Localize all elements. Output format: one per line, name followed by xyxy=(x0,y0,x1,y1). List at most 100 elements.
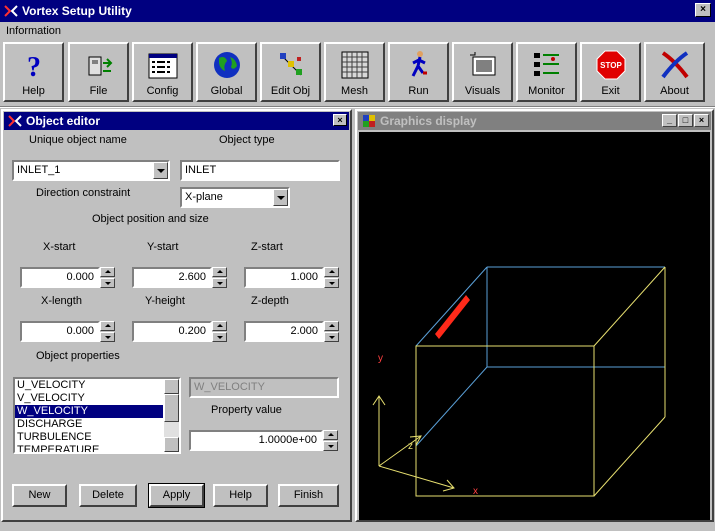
toolbar-separator xyxy=(0,106,715,108)
scroll-thumb[interactable] xyxy=(164,394,179,422)
x-length-input[interactable]: 0.000 xyxy=(20,321,100,342)
box-edge xyxy=(593,266,666,347)
chevron-down-icon[interactable] xyxy=(273,189,288,206)
object-type-field[interactable]: INLET xyxy=(180,160,340,181)
y-start-spinner[interactable] xyxy=(212,267,227,288)
x-start-input[interactable]: 0.000 xyxy=(20,267,100,288)
toolbar-label: File xyxy=(89,85,108,97)
position-size-label: Object position and size xyxy=(92,213,209,225)
selected-property-field: W_VELOCITY xyxy=(189,377,339,398)
graphics-title-bar: Graphics display _ □ × xyxy=(358,112,711,130)
hidden-edge xyxy=(415,266,488,347)
maximize-button[interactable]: □ xyxy=(678,114,693,127)
x-length-spinner[interactable] xyxy=(100,321,115,342)
toolbar-label: About xyxy=(660,85,689,97)
toolbar-run-button[interactable]: Run xyxy=(388,42,449,102)
toolbar-visuals-button[interactable]: Visuals xyxy=(452,42,513,102)
properties-scrollbar[interactable] xyxy=(164,379,179,452)
scroll-up-button[interactable] xyxy=(164,379,179,394)
globe-icon xyxy=(213,52,240,78)
x-length-label: X-length xyxy=(41,295,82,307)
y-height-input[interactable]: 0.200 xyxy=(132,321,212,342)
delete-button[interactable]: Delete xyxy=(79,484,137,507)
list-item[interactable]: U_VELOCITY xyxy=(15,379,163,392)
graphics-display-window: Graphics display _ □ × y x z xyxy=(355,109,714,522)
object-name-dropdown[interactable]: INLET_1 xyxy=(12,160,170,181)
apply-button[interactable]: Apply xyxy=(148,483,205,508)
inlet-object xyxy=(435,295,470,339)
y-start-input[interactable]: 2.600 xyxy=(132,267,212,288)
toolbar-label: Visuals xyxy=(464,85,501,97)
hidden-edge xyxy=(415,366,488,447)
box-edge xyxy=(593,416,666,497)
chevron-down-icon[interactable] xyxy=(153,162,168,179)
object-editor-title: Object editor xyxy=(26,114,101,128)
z-start-spinner[interactable] xyxy=(324,267,339,288)
list-item-selected[interactable]: W_VELOCITY xyxy=(15,405,163,418)
properties-list[interactable]: U_VELOCITY V_VELOCITY W_VELOCITY DISCHAR… xyxy=(13,377,181,454)
y-axis-label: y xyxy=(378,353,383,364)
object-type-label: Object type xyxy=(219,134,275,146)
menu-information[interactable]: Information xyxy=(0,25,67,37)
toolbar-label: Config xyxy=(146,85,179,97)
toolbar-mesh-button[interactable]: Mesh xyxy=(324,42,385,102)
object-editor-panel: Object editor × Unique object name Objec… xyxy=(1,109,352,522)
toolbar-monitor-button[interactable]: Monitor xyxy=(516,42,577,102)
list-item[interactable]: V_VELOCITY xyxy=(15,392,163,405)
object-editor-title-bar: Object editor × xyxy=(4,112,349,130)
toolbar-label: Run xyxy=(408,85,429,97)
toolbar: ? Help File Config Global Edit Obj Mesh … xyxy=(1,41,714,103)
direction-constraint-dropdown[interactable]: X-plane xyxy=(180,187,290,208)
object-editor-close-button[interactable]: × xyxy=(333,114,347,126)
z-start-input[interactable]: 1.000 xyxy=(244,267,324,288)
property-value-input[interactable]: 1.0000e+00 xyxy=(189,430,323,451)
toolbar-about-button[interactable]: About xyxy=(644,42,705,102)
finish-button[interactable]: Finish xyxy=(278,484,339,507)
app-logo-icon xyxy=(8,114,22,128)
monitor-icon xyxy=(533,53,559,76)
direction-constraint-label: Direction constraint xyxy=(36,187,131,199)
stop-sign-text: STOP xyxy=(600,61,622,70)
minimize-button[interactable]: _ xyxy=(662,114,677,127)
graphics-title: Graphics display xyxy=(380,114,477,128)
stop-sign-icon: STOP xyxy=(596,50,625,80)
list-item[interactable]: DISCHARGE xyxy=(15,418,163,431)
box-front-face xyxy=(415,345,595,497)
y-height-spinner[interactable] xyxy=(212,321,227,342)
graphics-canvas[interactable]: y x z xyxy=(359,132,710,520)
toolbar-exit-button[interactable]: STOP Exit xyxy=(580,42,641,102)
svg-text:?: ? xyxy=(27,52,41,81)
toolbar-config-button[interactable]: Config xyxy=(132,42,193,102)
window-title: Vortex Setup Utility xyxy=(22,4,132,18)
z-depth-input[interactable]: 2.000 xyxy=(244,321,324,342)
toolbar-help-button[interactable]: ? Help xyxy=(3,42,64,102)
graphics-close-button[interactable]: × xyxy=(694,114,709,127)
toolbar-label: Help xyxy=(22,85,45,97)
z-depth-spinner[interactable] xyxy=(324,321,339,342)
object-name-label: Unique object name xyxy=(29,134,127,146)
about-icon xyxy=(660,51,689,79)
toolbar-edit-obj-button[interactable]: Edit Obj xyxy=(260,42,321,102)
new-button[interactable]: New xyxy=(12,484,67,507)
file-icon xyxy=(88,56,112,76)
y-height-label: Y-height xyxy=(145,295,185,307)
property-value-spinner[interactable] xyxy=(323,430,338,451)
window-close-button[interactable]: × xyxy=(695,3,711,17)
list-item[interactable]: TEMPERATURE xyxy=(15,444,163,452)
z-axis-label: z xyxy=(408,441,413,452)
toolbar-file-button[interactable]: File xyxy=(68,42,129,102)
help-button[interactable]: Help xyxy=(213,484,268,507)
config-icon xyxy=(148,53,177,79)
x-start-spinner[interactable] xyxy=(100,267,115,288)
x-start-label: X-start xyxy=(43,241,76,253)
list-item[interactable]: TURBULENCE xyxy=(15,431,163,444)
z-depth-label: Z-depth xyxy=(251,295,289,307)
property-value-label: Property value xyxy=(211,404,282,416)
direction-constraint-value: X-plane xyxy=(185,191,223,203)
mesh-icon xyxy=(341,51,368,79)
object-properties-label: Object properties xyxy=(36,350,120,362)
graphics-app-icon xyxy=(362,114,376,128)
visuals-icon xyxy=(469,52,495,76)
toolbar-global-button[interactable]: Global xyxy=(196,42,257,102)
scroll-down-button[interactable] xyxy=(164,437,179,452)
